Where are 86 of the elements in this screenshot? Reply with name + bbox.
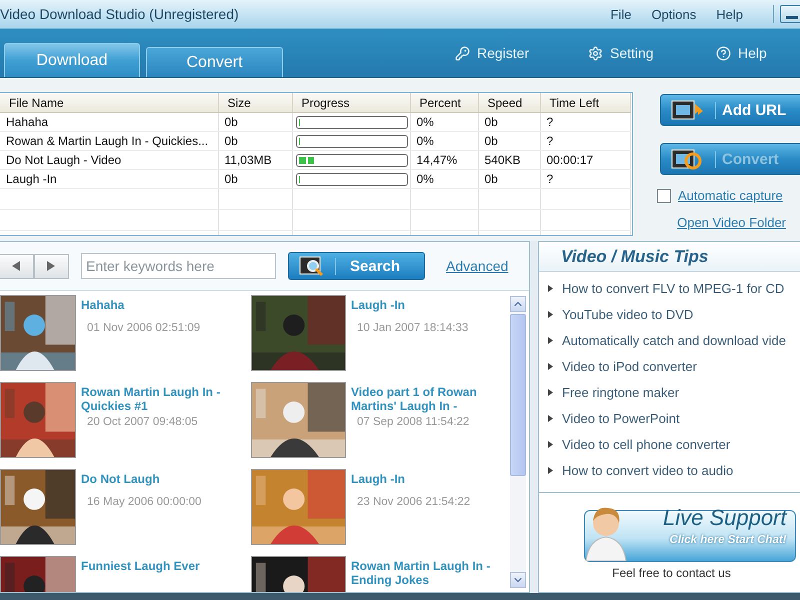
column-header[interactable]: Size <box>218 93 292 112</box>
tip-link[interactable]: Free ringtone maker <box>548 383 800 402</box>
tip-link[interactable]: Video to cell phone converter <box>548 435 800 454</box>
table-cell: ? <box>540 132 630 150</box>
bullet-icon <box>548 363 553 370</box>
toolbar-link[interactable]: Help <box>716 45 800 61</box>
bullet-icon <box>548 337 553 344</box>
video-date: 01 Nov 2006 02:51:09 <box>87 322 202 334</box>
video-date: 10 Jan 2007 18:14:33 <box>357 322 470 334</box>
tip-link[interactable]: Video to PowerPoint <box>548 409 800 428</box>
column-header[interactable]: Percent <box>410 93 478 112</box>
bullet-icon <box>548 467 553 474</box>
toolbar-link[interactable]: Setting <box>588 45 716 61</box>
table-cell: 0% <box>410 132 478 150</box>
column-header[interactable]: File Name <box>0 93 218 112</box>
video-date: 16 May 2006 00:00:00 <box>87 496 202 508</box>
table-cell: 0% <box>410 170 478 188</box>
video-date: 23 Nov 2006 21:54:22 <box>357 496 472 508</box>
tip-link[interactable]: Video to iPod converter <box>548 357 800 376</box>
video-title[interactable]: Funniest Laugh Ever <box>81 559 231 573</box>
table-cell: ? <box>540 170 630 188</box>
forward-button[interactable] <box>34 254 69 278</box>
tip-link[interactable]: YouTube video to DVD <box>548 305 800 324</box>
checkbox[interactable] <box>657 188 671 202</box>
table-cell: Rowan & Martin Laugh In - Quickies... <box>0 132 218 150</box>
search-button[interactable]: Search <box>288 252 425 280</box>
minimize-button[interactable] <box>780 5 800 23</box>
table-cell: ? <box>540 112 630 132</box>
video-title[interactable]: Hahaha <box>81 298 231 312</box>
bullet-icon <box>548 285 553 292</box>
video-title[interactable]: Rowan Martin Laugh In - Ending Jokes <box>351 559 501 587</box>
help-icon <box>716 46 731 60</box>
video-title[interactable]: Laugh -In <box>351 298 501 312</box>
back-button[interactable] <box>0 254 34 278</box>
table-cell: 14,47% <box>410 150 478 170</box>
window-title: Video Download Studio (Unregistered) <box>0 6 240 22</box>
forward-icon <box>47 261 56 271</box>
table-cell: 540KB <box>478 150 540 170</box>
table-cell: Do Not Laugh - Video <box>0 150 218 170</box>
bullet-icon <box>548 389 553 396</box>
video-title[interactable]: Laugh -In <box>351 472 501 486</box>
tips-title: Video / Music Tips <box>561 246 708 266</box>
bullet-icon <box>548 311 553 318</box>
back-icon <box>12 261 20 271</box>
tip-link[interactable]: How to convert FLV to MPEG-1 for CD <box>548 279 800 298</box>
menu-item[interactable]: File <box>610 6 632 22</box>
table-cell: 0b <box>218 170 292 188</box>
menu-item[interactable]: Help <box>716 6 743 22</box>
column-header[interactable]: Time Left <box>540 93 630 112</box>
table-cell: 0b <box>478 112 540 132</box>
table-cell: 0b <box>218 112 292 132</box>
bullet-icon <box>548 415 553 422</box>
table-cell: 0b <box>478 170 540 188</box>
tab[interactable]: Download <box>4 43 140 77</box>
video-title[interactable]: Do Not Laugh <box>81 472 231 486</box>
video-title[interactable]: Video part 1 of Rowan Martins' Laugh In - <box>351 385 501 413</box>
live-support-banner[interactable]: Live Support Click here Start Chat! <box>584 510 796 562</box>
open-folder-link[interactable]: Open Video Folder <box>677 215 786 230</box>
key-icon <box>455 46 470 60</box>
film-add-icon <box>671 99 705 121</box>
table-cell: 0b <box>478 132 540 150</box>
column-header[interactable]: Speed <box>478 93 540 112</box>
toolbar-link[interactable]: Register <box>455 45 588 61</box>
search-field[interactable]: Enter keywords here <box>81 253 276 279</box>
tab[interactable]: Convert <box>146 47 283 77</box>
table-cell: 0% <box>410 112 478 132</box>
action-button[interactable]: Add URL <box>660 94 800 126</box>
table-cell: Laugh -In <box>0 170 218 188</box>
scrollbar[interactable] <box>510 296 526 588</box>
bullet-icon <box>548 441 553 448</box>
video-title[interactable]: Rowan Martin Laugh In - Quickies #1 <box>81 385 231 413</box>
tip-link[interactable]: Automatically catch and download vide <box>548 331 800 350</box>
video-date: 20 Oct 2007 09:48:05 <box>87 416 199 428</box>
table-cell: 0b <box>218 132 292 150</box>
tip-link[interactable]: How to convert video to audio <box>548 461 800 480</box>
menu-item[interactable]: Options <box>651 6 696 22</box>
table-cell: Hahaha <box>0 112 218 132</box>
video-date: 07 Sep 2008 11:54:22 <box>357 416 470 428</box>
table-cell: 00:00:17 <box>540 150 630 170</box>
contact-note: Feel free to contact us <box>612 566 731 580</box>
automatic-capture-link[interactable]: Automatic capture <box>678 188 783 203</box>
settings-icon <box>588 46 603 60</box>
table-cell: 11,03MB <box>218 150 292 170</box>
advanced-link[interactable]: Advanced <box>446 258 508 274</box>
film-search-icon <box>299 255 325 277</box>
column-header[interactable]: Progress <box>292 93 410 112</box>
